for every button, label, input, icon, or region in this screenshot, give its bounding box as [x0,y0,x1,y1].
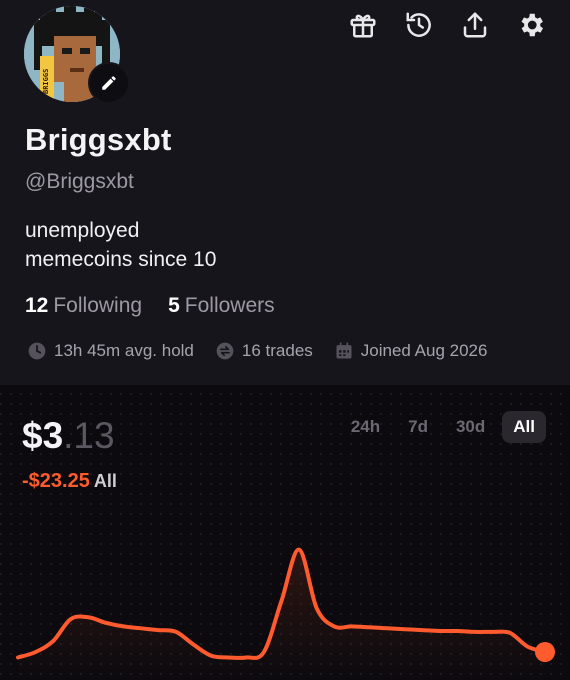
edit-avatar-button[interactable] [88,62,130,104]
gift-button[interactable] [346,8,380,42]
balance-cents: .13 [63,415,115,456]
following-count: 12 [25,294,49,317]
following-link[interactable]: 12 Following [25,294,142,318]
follow-counts: 12 Following 5 Followers [25,294,275,318]
bio-line: memecoins since 10 [25,248,217,271]
user-handle: @Briggsxbt [25,170,134,193]
joined-text: Joined Aug 2026 [360,341,488,360]
range-all[interactable]: All [502,411,546,443]
time-range-selector: 24h 7d 30d All [340,411,546,443]
joined-stat: Joined Aug 2026 [334,341,488,361]
pencil-icon [102,76,116,90]
bio: unemployed memecoins since 10 [25,216,216,274]
followers-label: Followers [184,294,275,317]
range-7d[interactable]: 7d [397,411,439,443]
settings-button[interactable] [514,8,548,42]
avatar-text: BRIGGS [42,69,50,94]
clock-icon [28,342,46,360]
pnl-change: -$23.25 All [22,470,117,493]
display-name: Briggsxbt [25,122,172,157]
pnl-period: All [93,471,117,491]
avg-hold-stat: 13h 45m avg. hold [27,341,194,361]
chart-end-point [535,642,555,662]
following-label: Following [53,294,143,317]
calendar-icon [336,342,352,359]
bio-line: unemployed [25,219,140,242]
portfolio-balance: $3.13 [22,415,115,457]
range-24h[interactable]: 24h [340,411,391,443]
swap-icon [216,342,234,360]
trading-stats: 13h 45m avg. hold 16 trades Joined Aug 2… [27,341,487,361]
chart-area-fill [18,549,545,680]
balance-whole: $3 [22,415,64,456]
gift-icon [350,14,376,38]
profile-section: BRIGGS Briggsxbt @Briggsxbt unemployed m… [0,0,570,385]
followers-link[interactable]: 5 Followers [168,294,275,318]
profile-actions [346,8,548,42]
trades-stat: 16 trades [215,341,313,361]
range-30d[interactable]: 30d [445,411,496,443]
history-icon [406,12,431,37]
followers-count: 5 [168,294,180,317]
pnl-value: -$23.25 [22,470,90,492]
portfolio-panel: $3.13 -$23.25 All 24h 7d 30d All [0,385,570,680]
avatar-container[interactable]: BRIGGS [24,6,130,104]
trades-text: 16 trades [241,341,313,360]
share-icon [463,12,487,38]
avg-hold-text: 13h 45m avg. hold [54,341,194,360]
settings-icon [521,13,543,37]
share-button[interactable] [458,8,492,42]
history-button[interactable] [402,8,436,42]
